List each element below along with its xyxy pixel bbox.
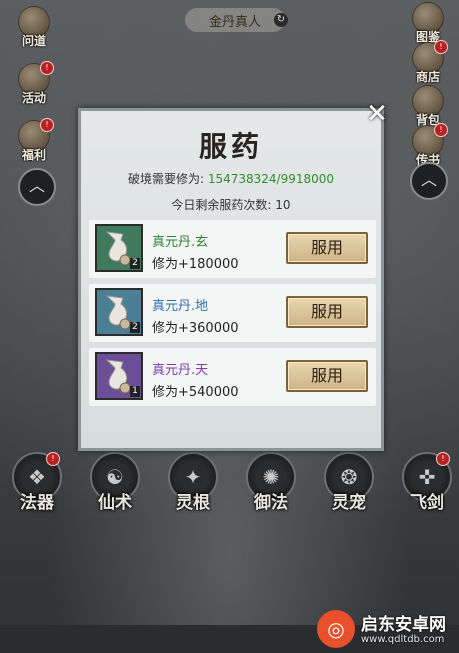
pill-name: 真元丹.玄 [152, 235, 209, 250]
alert-badge: ! [434, 40, 448, 54]
side-button-wendao[interactable]: 问道 [12, 6, 56, 52]
watermark-logo-icon: ◎ [317, 610, 355, 648]
take-medicine-dialog: 服药 破境需要修为: 154738324/9918000 今日剩余服药次数: 1… [78, 108, 384, 451]
use-pill-button[interactable]: 服用 [286, 232, 368, 264]
dialog-title: 服药 [198, 130, 263, 163]
pill-quantity: 2 [130, 322, 140, 333]
side-button-shangdian[interactable]: 商店 ! [406, 40, 450, 88]
skill-fabao[interactable]: ❖ 法器 ! [10, 452, 64, 513]
skill-lingchong[interactable]: ❂ 灵宠 [322, 452, 376, 513]
collapse-right-button[interactable]: ︿ [410, 162, 448, 200]
pill-row-di: 2 真元丹.地 修为+360000 服用 [89, 284, 376, 342]
pill-name: 真元丹.天 [152, 363, 209, 378]
pill-thumb: 2 [95, 224, 143, 272]
alert-badge: ! [434, 123, 448, 137]
skill-feijian[interactable]: ✜ 飞剑 ! [400, 452, 454, 513]
pill-effect: 修为+360000 [152, 321, 239, 336]
pill-thumb: 2 [95, 288, 143, 336]
breakthrough-requirement: 破境需要修为: 154738324/9918000 [127, 172, 335, 186]
watermark: ◎ 启东安卓网 www.qdltdb.com [317, 604, 459, 653]
pill-row-tian: 1 真元丹.天 修为+540000 服用 [89, 348, 376, 406]
alert-badge: ! [40, 61, 54, 75]
side-button-fuli[interactable]: 福利 ! [12, 118, 56, 166]
cultivation-progress: 154738324/9918000 [207, 172, 335, 186]
use-pill-button[interactable]: 服用 [286, 296, 368, 328]
pill-quantity: 1 [130, 386, 140, 397]
use-pill-button[interactable]: 服用 [286, 360, 368, 392]
close-icon[interactable]: ✕ [364, 101, 390, 127]
skill-xianshu[interactable]: ☯ 仙术 [88, 452, 142, 513]
remaining-doses-value: 10 [275, 198, 291, 212]
pill-effect: 修为+180000 [152, 257, 239, 272]
pill-thumb: 1 [95, 352, 143, 400]
alert-badge: ! [46, 452, 60, 466]
skill-yufa[interactable]: ✺ 御法 [244, 452, 298, 513]
collapse-left-button[interactable]: ︿ [18, 168, 56, 206]
pill-name: 真元丹.地 [152, 299, 209, 314]
refresh-icon[interactable]: ↻ [274, 13, 288, 27]
skill-linggen[interactable]: ✦ 灵根 [166, 452, 220, 513]
pill-row-xuan: 2 真元丹.玄 修为+180000 服用 [89, 220, 376, 278]
pill-effect: 修为+540000 [152, 385, 239, 400]
pill-quantity: 2 [130, 258, 140, 269]
alert-badge: ! [436, 452, 450, 466]
remaining-doses: 今日剩余服药次数: 10 [171, 198, 291, 212]
side-button-huodong[interactable]: 活动 ! [12, 61, 56, 109]
alert-badge: ! [40, 118, 54, 132]
realm-title: 金丹真人 [185, 8, 285, 32]
